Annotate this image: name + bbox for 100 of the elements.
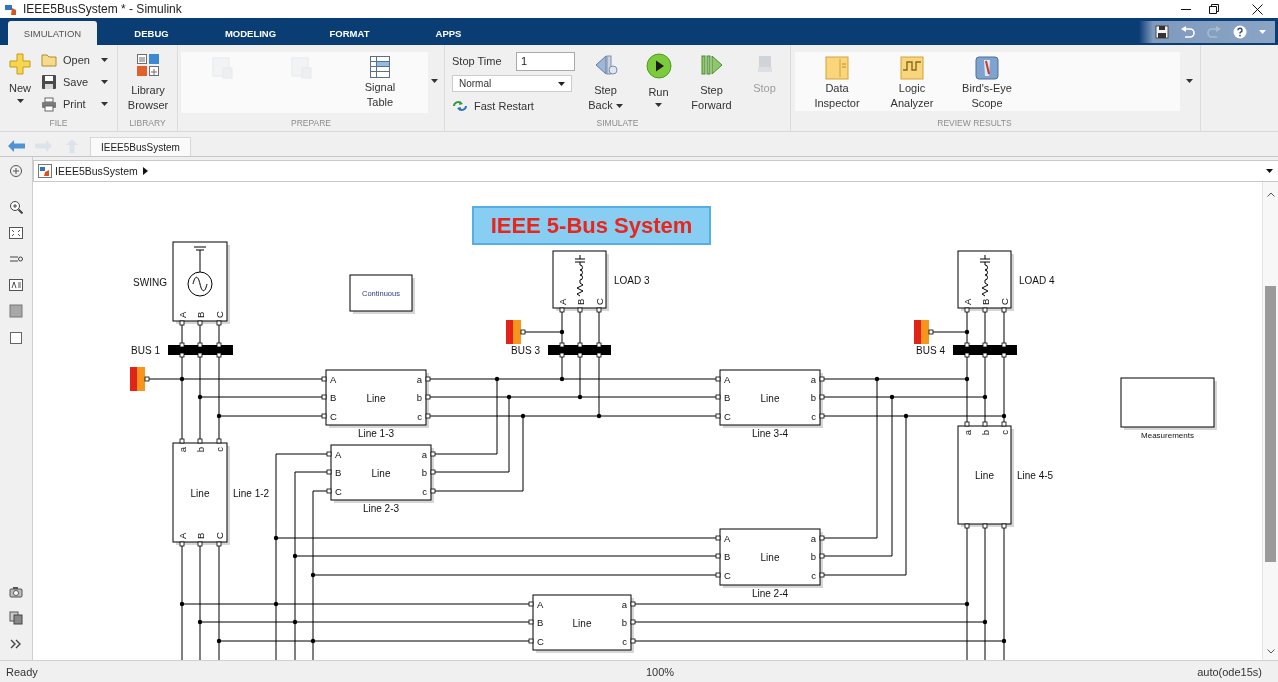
fast-restart-icon <box>452 100 468 112</box>
scrollbar-thumb[interactable] <box>1265 286 1276 562</box>
caret-right-icon[interactable] <box>142 167 148 175</box>
port-label: c <box>811 569 816 581</box>
simulation-mode-dropdown[interactable]: Normal <box>452 75 572 92</box>
table-icon <box>368 56 392 78</box>
printer-icon <box>41 96 57 112</box>
ribbon-tab[interactable]: FORMAT <box>305 21 394 45</box>
ribbon-tab[interactable]: DEBUG <box>107 21 196 45</box>
port-label: A <box>537 598 544 610</box>
ribbon-button[interactable]: New <box>5 45 35 103</box>
ribbon-button[interactable]: Step Back <box>579 45 632 113</box>
ribbon-button[interactable]: Save <box>41 71 108 93</box>
zoom-in-icon[interactable] <box>9 200 23 214</box>
stop-time-field[interactable]: 1 <box>516 51 575 71</box>
port-label: A <box>724 373 731 385</box>
port-label: a <box>810 373 816 385</box>
bus-marker <box>914 320 934 344</box>
port-label: B <box>724 391 731 403</box>
ribbon-button[interactable]: Bird's-Eye Scope <box>952 52 1022 111</box>
port-label: C <box>998 298 1010 305</box>
step-forward-icon <box>698 53 725 77</box>
camera-icon[interactable] <box>9 585 23 599</box>
block-label: Line 2-4 <box>751 588 789 599</box>
port-label: a <box>421 448 427 460</box>
port-label: B <box>537 616 544 628</box>
help-icon[interactable] <box>1233 24 1247 39</box>
section-label: SIMULATE <box>595 117 640 130</box>
caret-down-icon[interactable] <box>431 79 438 83</box>
port-label: a <box>621 598 627 610</box>
port-label: c <box>213 447 225 452</box>
ribbon-tab[interactable]: MODELING <box>206 21 295 45</box>
bus-bar <box>548 342 611 358</box>
port-label: C <box>335 485 342 497</box>
double-chevron-icon[interactable] <box>9 637 23 651</box>
scroll-down-icon[interactable] <box>1266 649 1275 654</box>
fast-restart-button[interactable]: Fast Restart <box>452 97 534 115</box>
ribbon-button[interactable]: Print <box>41 93 108 115</box>
block-text: Line <box>366 392 386 404</box>
caret-down-icon[interactable] <box>1186 79 1193 83</box>
zoom-level: 100% <box>646 665 675 678</box>
ribbon-button[interactable]: Open <box>41 49 108 71</box>
block-text: Line <box>572 617 592 629</box>
ribbon-button[interactable]: Logic Analyzer <box>877 52 947 111</box>
ribbon-tab[interactable]: APPS <box>404 21 493 45</box>
port-label: B <box>979 298 991 305</box>
section-label: FILE <box>48 117 69 130</box>
block-label: Measurements <box>1141 431 1194 440</box>
port-label: b <box>979 430 991 436</box>
port-label: b <box>421 466 427 478</box>
window-title: IEEE5BusSystem * - Simulink <box>23 2 182 16</box>
block-label: Line 2-3 <box>362 503 400 514</box>
undo-icon[interactable] <box>1181 25 1195 38</box>
diagram-block <box>349 274 415 314</box>
ribbon-button[interactable]: Data Inspector <box>802 52 872 111</box>
port-label: b <box>194 447 206 453</box>
block-label: BUS 1 <box>131 345 160 356</box>
bus-marker <box>130 367 150 391</box>
port-label: A <box>176 532 188 539</box>
scroll-up-icon[interactable] <box>1266 192 1275 197</box>
square-wave-icon <box>900 56 924 80</box>
port-label: B <box>194 311 206 318</box>
plus-circle-icon[interactable] <box>9 164 23 178</box>
load-block <box>957 250 1014 313</box>
port-label: C <box>213 532 225 539</box>
close-icon[interactable] <box>1251 3 1263 15</box>
port-label: C <box>724 410 731 422</box>
stacked-pages-icon[interactable] <box>9 611 23 625</box>
restore-icon[interactable] <box>1209 4 1219 14</box>
port-label: a <box>810 532 816 544</box>
text-box-icon[interactable] <box>9 278 23 292</box>
port-label: c <box>422 485 427 497</box>
ribbon-tab[interactable]: SIMULATION <box>8 21 97 45</box>
bus-marker <box>506 320 526 344</box>
ribbon-button[interactable]: Run <box>632 45 685 107</box>
port-label: b <box>416 391 422 403</box>
ribbon-button[interactable]: Step Forward <box>685 45 738 113</box>
section-label: REVIEW RESULTS <box>936 117 1013 130</box>
block-label: LOAD 3 <box>614 275 650 286</box>
caret-down-icon[interactable] <box>1266 169 1273 173</box>
port-label: B <box>724 550 731 562</box>
panel-tile-icon <box>825 56 849 80</box>
port-label: B <box>335 466 342 478</box>
block-label: BUS 3 <box>511 345 540 356</box>
port-label: C <box>213 311 225 318</box>
square-icon[interactable] <box>9 331 23 345</box>
port-label: A <box>961 298 973 305</box>
back-arrow-icon[interactable] <box>8 140 25 152</box>
port-label: c <box>811 410 816 422</box>
block-text: Line <box>190 487 210 499</box>
port-label: b <box>810 550 816 562</box>
model-tab[interactable]: IEEE5BusSystem <box>90 137 191 156</box>
field-label: Stop Time <box>452 55 502 67</box>
ribbon-button[interactable]: Library Browser <box>120 45 176 113</box>
fit-to-view-icon[interactable] <box>9 226 23 240</box>
port-label: C <box>330 410 337 422</box>
port-label: A <box>330 373 337 385</box>
load-block <box>552 250 609 313</box>
breadcrumb-item[interactable]: IEEE5BusSystem <box>38 164 138 178</box>
port-label: B <box>574 298 586 305</box>
